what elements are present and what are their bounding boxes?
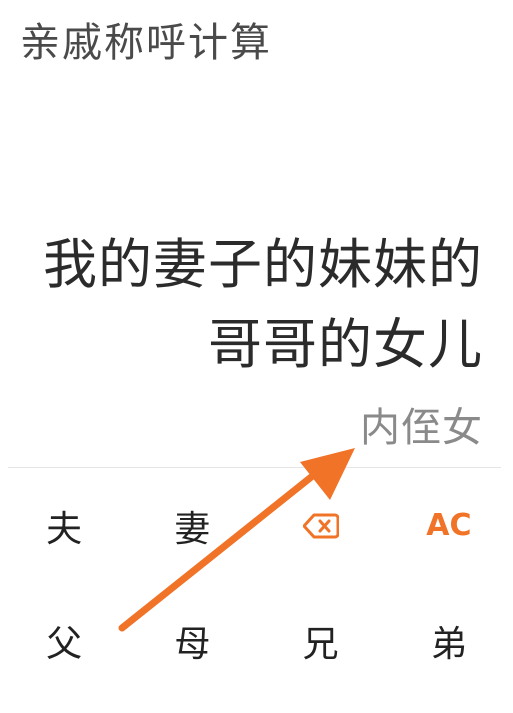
backspace-button[interactable]	[257, 468, 385, 583]
backspace-icon	[302, 513, 339, 538]
key-mother[interactable]: 母	[128, 583, 256, 698]
key-father[interactable]: 父	[0, 583, 128, 698]
app-title: 亲戚称呼计算	[20, 20, 272, 66]
key-husband[interactable]: 夫	[0, 468, 128, 583]
key-wife[interactable]: 妻	[128, 468, 256, 583]
key-elder-brother[interactable]: 兄	[257, 583, 385, 698]
result-display: 内侄女	[360, 405, 483, 451]
clear-button[interactable]: AC	[385, 468, 513, 583]
expression-display: 我的妻子的妹妹的哥哥的女儿	[43, 233, 483, 376]
key-younger-brother[interactable]: 弟	[385, 583, 513, 698]
keypad: 夫 妻 AC 父 母 兄 弟	[0, 468, 513, 713]
